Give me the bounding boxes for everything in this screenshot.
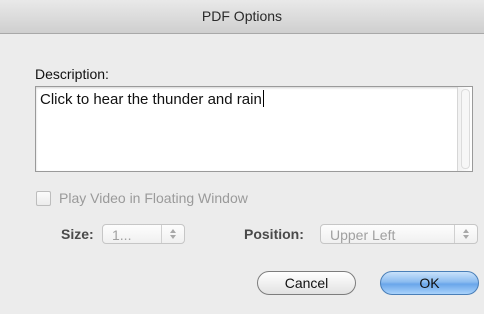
description-label: Description: <box>35 66 109 82</box>
position-stepper-icon <box>454 225 477 243</box>
scrollbar-track <box>461 89 470 169</box>
description-scrollbar[interactable] <box>457 87 472 171</box>
text-caret <box>262 90 264 107</box>
cancel-button[interactable]: Cancel <box>257 271 356 295</box>
position-value: Upper Left <box>330 227 396 243</box>
pdf-options-dialog: PDF Options Description: Click to hear t… <box>0 0 484 314</box>
chevron-up-icon <box>170 229 176 233</box>
position-label: Position: <box>244 226 304 242</box>
size-stepper-icon <box>161 225 184 243</box>
floating-window-label: Play Video in Floating Window <box>59 190 248 206</box>
description-text-wrap: Click to hear the thunder and rain <box>40 90 264 108</box>
floating-window-checkbox[interactable] <box>36 190 51 206</box>
chevron-down-icon <box>170 235 176 239</box>
size-label: Size: <box>61 226 94 242</box>
chevron-down-icon <box>463 235 469 239</box>
size-popup[interactable]: 1... <box>102 224 185 244</box>
description-textarea[interactable]: Click to hear the thunder and rain <box>35 86 473 172</box>
ok-button[interactable]: OK <box>380 271 479 295</box>
description-value: Click to hear the thunder and rain <box>40 91 262 108</box>
size-value: 1... <box>112 227 132 243</box>
position-popup[interactable]: Upper Left <box>320 224 478 244</box>
window-title: PDF Options <box>0 0 484 34</box>
chevron-up-icon <box>463 229 469 233</box>
floating-window-option[interactable]: Play Video in Floating Window <box>36 189 248 207</box>
